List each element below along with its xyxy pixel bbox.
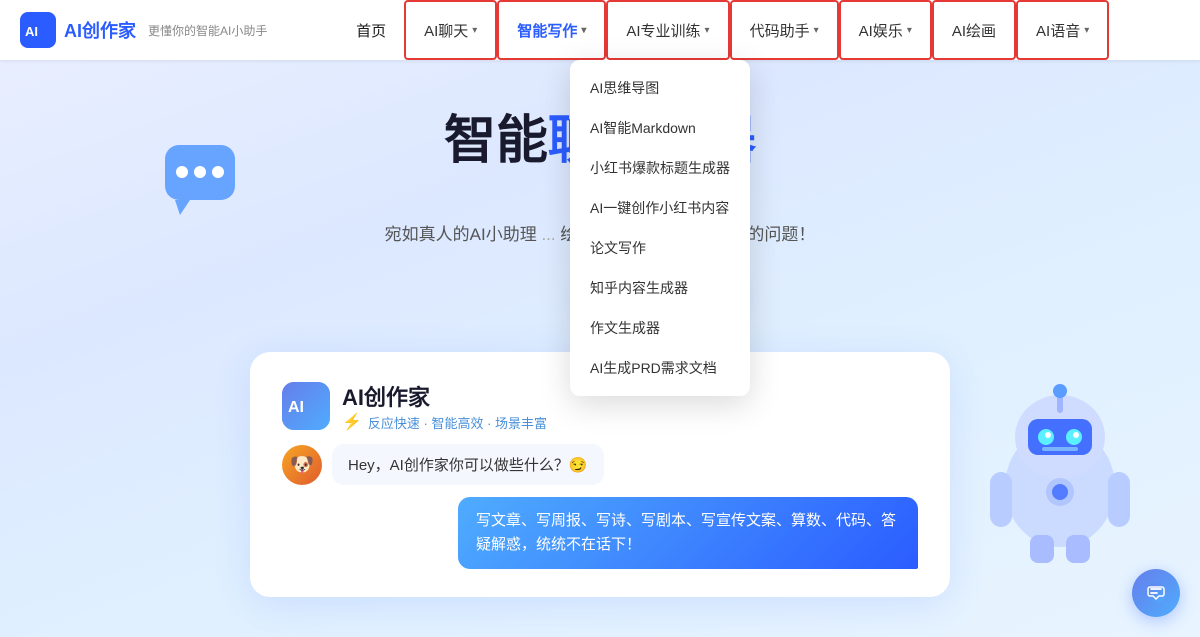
header: AI AI创作家 更懂你的智能AI小助手 首页 AI聊天 ▾ 智能写作 ▾ AI…: [0, 0, 1200, 60]
nav-item-code-helper[interactable]: 代码助手 ▾: [730, 0, 839, 60]
nav-item-ai-pro-train[interactable]: AI专业训练 ▾: [606, 0, 729, 60]
dropdown-item-zhihu[interactable]: 知乎内容生成器: [570, 268, 750, 308]
main-nav: 首页 AI聊天 ▾ 智能写作 ▾ AI专业训练 ▾ 代码助手 ▾ AI娱乐 ▾ …: [267, 0, 1180, 60]
dropdown-item-prd[interactable]: AI生成PRD需求文档: [570, 348, 750, 388]
chat-card-tagline: ⚡ 反应快速 · 智能高效 · 场景丰富: [342, 412, 547, 432]
chevron-down-icon: ▾: [1084, 25, 1089, 36]
avatar: 🐶: [282, 445, 322, 485]
logo-area: AI AI创作家 更懂你的智能AI小助手: [20, 12, 267, 48]
nav-item-ai-chat[interactable]: AI聊天 ▾: [404, 0, 497, 60]
chat-card-title-area: AI创作家 ⚡ 反应快速 · 智能高效 · 场景丰富: [342, 380, 547, 432]
hero-title-part1: 智能: [444, 112, 548, 170]
tagline-text: 反应快速 · 智能高效 · 场景丰富: [368, 413, 547, 432]
chat-card-logo: AI: [282, 382, 330, 430]
chevron-down-icon: ▾: [814, 25, 819, 36]
logo-icon: AI: [20, 12, 56, 48]
dropdown-item-xiaohongshu-title[interactable]: 小红书爆款标题生成器: [570, 148, 750, 188]
robot-decoration: [960, 377, 1160, 577]
logo-text: AI创作家: [64, 17, 136, 43]
hero-subtitle-ellipsis: ...: [541, 225, 555, 244]
dropdown-item-essay[interactable]: 作文生成器: [570, 308, 750, 348]
chat-card-title: AI创作家: [342, 380, 547, 412]
chat-messages: 🐶 Hey，AI创作家你可以做些什么？😏 写文章、写周报、写诗、写剧本、写宣传文…: [282, 444, 918, 569]
svg-text:AI: AI: [288, 399, 304, 416]
svg-text:AI: AI: [25, 24, 38, 39]
user-message-bubble: Hey，AI创作家你可以做些什么？😏: [332, 444, 604, 485]
ai-message-bubble: 写文章、写周报、写诗、写剧本、写宣传文案、算数、代码、答疑解惑，统统不在话下！: [458, 497, 918, 569]
nav-item-smart-write[interactable]: 智能写作 ▾: [497, 0, 606, 60]
chevron-down-icon: ▾: [705, 25, 710, 36]
dropdown-item-mindmap[interactable]: AI思维导图: [570, 68, 750, 108]
dropdown-item-xiaohongshu-content[interactable]: AI一键创作小红书内容: [570, 188, 750, 228]
hero-subtitle-part1: 宛如真人的AI小助理: [385, 225, 537, 244]
speech-bubble-decoration: [160, 140, 250, 220]
logo-subtitle: 更懂你的智能AI小助手: [148, 22, 267, 39]
nav-item-ai-voice[interactable]: AI语音 ▾: [1016, 0, 1109, 60]
dropdown-item-thesis[interactable]: 论文写作: [570, 228, 750, 268]
chevron-down-icon: ▾: [581, 25, 586, 36]
smart-write-dropdown: AI思维导图 AI智能Markdown 小红书爆款标题生成器 AI一键创作小红书…: [570, 60, 750, 396]
tagline-icon: ⚡: [342, 412, 362, 432]
dropdown-item-markdown[interactable]: AI智能Markdown: [570, 108, 750, 148]
ai-message: 写文章、写周报、写诗、写剧本、写宣传文案、算数、代码、答疑解惑，统统不在话下！: [282, 497, 918, 569]
nav-item-ai-draw[interactable]: AI绘画: [932, 0, 1016, 60]
chevron-down-icon: ▾: [907, 25, 912, 36]
nav-item-ai-entertainment[interactable]: AI娱乐 ▾: [839, 0, 932, 60]
chevron-down-icon: ▾: [472, 25, 477, 36]
user-message: 🐶 Hey，AI创作家你可以做些什么？😏: [282, 444, 918, 485]
nav-item-home[interactable]: 首页: [338, 0, 404, 60]
float-chat-button[interactable]: [1132, 569, 1180, 617]
